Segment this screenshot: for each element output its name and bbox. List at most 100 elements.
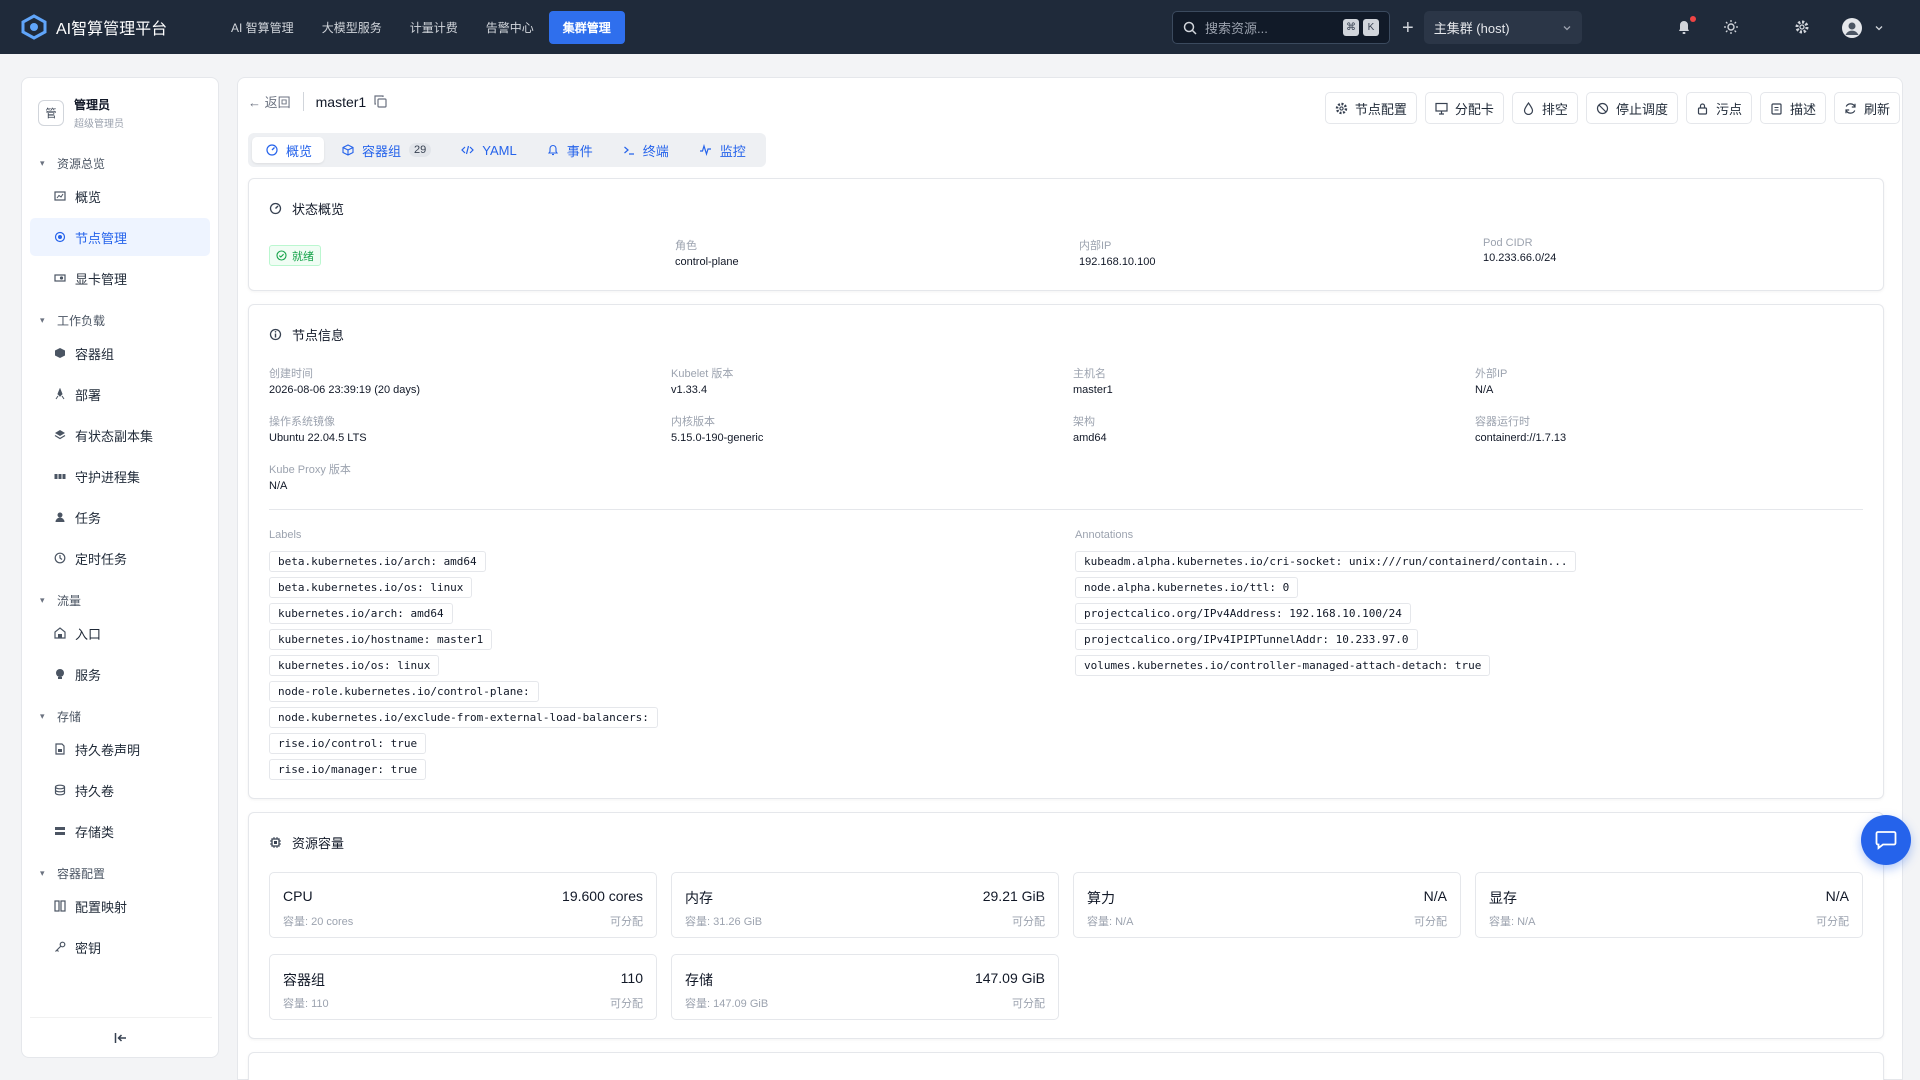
configmap-icon xyxy=(54,900,66,912)
user-avatar: 管 xyxy=(38,100,64,126)
monitor-icon xyxy=(1435,102,1448,115)
tab-yaml[interactable]: YAML xyxy=(447,137,528,163)
sidebar-group-workloads[interactable]: ▾ 工作负载 xyxy=(22,309,218,331)
user-name: 管理员 xyxy=(74,98,111,112)
sidebar-group-label: 容器配置 xyxy=(57,866,106,881)
bell-icon xyxy=(547,144,559,156)
search-input[interactable]: 搜索资源... ⌘ K xyxy=(1172,11,1390,44)
field-value: 192.168.10.100 xyxy=(1079,256,1156,268)
allocatable-label: 可分配 xyxy=(1414,916,1447,928)
database-icon xyxy=(54,784,66,796)
topnav-ai-compute[interactable]: AI 智算管理 xyxy=(218,12,307,43)
sidebar-item-label: 持久卷 xyxy=(75,783,115,799)
add-icon[interactable]: + xyxy=(1402,18,1414,38)
kernel-version-field: 内核版本 5.15.0-190-generic xyxy=(671,413,763,444)
copy-icon[interactable] xyxy=(374,95,387,108)
brand[interactable]: AI智算管理平台 xyxy=(20,13,208,41)
field-value: N/A xyxy=(1475,384,1494,396)
drain-button[interactable]: 排空 xyxy=(1511,92,1578,124)
sidebar-group-config[interactable]: ▾ 容器配置 xyxy=(22,862,218,884)
labels-list: beta.kubernetes.io/arch: amd64 beta.kube… xyxy=(269,551,658,785)
top-nav: AI 智算管理 大模型服务 计量计费 告警中心 集群管理 xyxy=(218,10,627,44)
topnav-cluster-management[interactable]: 集群管理 xyxy=(548,10,625,44)
back-link[interactable]: ← 返回 xyxy=(248,92,304,111)
tab-monitoring[interactable]: 监控 xyxy=(685,137,758,163)
sidebar-item-statefulsets[interactable]: 有状态副本集 xyxy=(30,416,210,454)
kubelet-version-field: Kubelet 版本 v1.33.4 xyxy=(671,365,733,396)
avatar[interactable] xyxy=(1841,17,1863,39)
tab-events[interactable]: 事件 xyxy=(533,137,605,163)
ingress-icon xyxy=(54,627,66,639)
field-label: 外部IP xyxy=(1475,368,1508,380)
sidebar-item-services[interactable]: 服务 xyxy=(30,655,210,693)
sidebar-group-storage[interactable]: ▾ 存储 xyxy=(22,705,218,727)
topnav-llm-service[interactable]: 大模型服务 xyxy=(309,12,395,43)
layers-icon xyxy=(54,429,66,441)
terminal-icon xyxy=(623,144,635,156)
sidebar-item-pods[interactable]: 容器组 xyxy=(30,334,210,372)
resource-memory: 内存 29.21 GiB 容量: 31.26 GiB 可分配 xyxy=(671,872,1059,938)
label-tag: beta.kubernetes.io/os: linux xyxy=(269,577,473,598)
label-tag: node.kubernetes.io/exclude-from-external… xyxy=(269,707,658,728)
topnav-alerts[interactable]: 告警中心 xyxy=(473,12,547,43)
theme-toggle-icon[interactable] xyxy=(1723,19,1739,35)
cluster-select[interactable]: 主集群 (host) xyxy=(1423,11,1582,44)
field-label: Kubelet 版本 xyxy=(671,368,734,380)
sidebar-group-overview[interactable]: ▾ 资源总览 xyxy=(22,152,218,174)
sidebar-item-storageclass[interactable]: 存储类 xyxy=(30,812,210,850)
bell-icon[interactable] xyxy=(1677,19,1691,35)
sidebar-collapse-button[interactable] xyxy=(30,1017,212,1057)
sidebar-item-deployments[interactable]: 部署 xyxy=(30,375,210,413)
drop-icon xyxy=(1522,101,1535,115)
field-label: 创建时间 xyxy=(269,368,313,380)
tab-label: 事件 xyxy=(566,143,593,159)
describe-button[interactable]: 描述 xyxy=(1759,92,1826,124)
field-label: 容器运行时 xyxy=(1475,416,1530,428)
sidebar-item-overview[interactable]: 概览 xyxy=(30,177,210,215)
sidebar-item-secrets[interactable]: 密钥 xyxy=(30,928,210,966)
node-config-button[interactable]: 节点配置 xyxy=(1324,92,1417,124)
sidebar-item-daemonsets[interactable]: 守护进程集 xyxy=(30,457,210,495)
sidebar-group-traffic[interactable]: ▾ 流量 xyxy=(22,589,218,611)
gear-icon[interactable] xyxy=(1794,19,1810,35)
sidebar-item-label: 配置映射 xyxy=(75,899,128,915)
cordon-button[interactable]: 停止调度 xyxy=(1585,92,1678,124)
taint-button[interactable]: 污点 xyxy=(1685,92,1752,124)
sidebar-item-label: 守护进程集 xyxy=(75,469,141,485)
sidebar-item-cronjobs[interactable]: 定时任务 xyxy=(30,539,210,577)
activity-icon xyxy=(699,144,712,156)
tab-label: YAML xyxy=(482,142,517,158)
cordon-label: 停止调度 xyxy=(1615,101,1668,117)
back-label: 返回 xyxy=(264,95,291,110)
status-badge-text: 就绪 xyxy=(292,250,314,263)
sidebar-item-configmaps[interactable]: 配置映射 xyxy=(30,887,210,925)
topnav-billing[interactable]: 计量计费 xyxy=(397,12,471,43)
sidebar-item-nodes[interactable]: 节点管理 xyxy=(30,218,210,256)
refresh-button[interactable]: 刷新 xyxy=(1833,92,1900,124)
tab-label: 概览 xyxy=(286,143,313,159)
field-value: 5.15.0-190-generic xyxy=(671,432,764,444)
main-content: ← 返回 master1 节点配置 分配卡 排空 停止调度 污点 描述 刷新 概… xyxy=(237,77,1903,1080)
sidebar-item-gpus[interactable]: 显卡管理 xyxy=(30,259,210,297)
sidebar-item-ingress[interactable]: 入口 xyxy=(30,614,210,652)
field-label: 角色 xyxy=(675,240,697,252)
sidebar-group-label: 工作负载 xyxy=(57,313,106,328)
avatar-chevron-down-icon[interactable] xyxy=(1874,23,1884,33)
section-label: Annotations xyxy=(1075,529,1134,541)
tab-pods[interactable]: 容器组 29 xyxy=(328,137,443,163)
sidebar-group-label: 存储 xyxy=(57,709,82,724)
assign-gpu-button[interactable]: 分配卡 xyxy=(1424,92,1504,124)
label-tag: rise.io/control: true xyxy=(269,733,427,754)
tab-overview[interactable]: 概览 xyxy=(252,137,325,163)
sidebar-item-pv[interactable]: 持久卷 xyxy=(30,771,210,809)
sidebar: 管 管理员 超级管理员 ▾ 资源总览 概览 节点管理 显卡管理 ▾ 工作负载 容器组… xyxy=(21,77,219,1058)
sidebar-item-pvc[interactable]: 持久卷声明 xyxy=(30,730,210,768)
tab-terminal[interactable]: 终端 xyxy=(609,137,681,163)
sidebar-item-jobs[interactable]: 任务 xyxy=(30,498,210,536)
user-profile[interactable]: 管 管理员 超级管理员 xyxy=(22,78,218,140)
clipboard-icon xyxy=(1770,102,1783,115)
field-label: 主机名 xyxy=(1073,368,1106,380)
resource-name: CPU xyxy=(283,888,313,904)
node-config-label: 节点配置 xyxy=(1354,101,1407,117)
chat-button[interactable] xyxy=(1861,815,1911,865)
